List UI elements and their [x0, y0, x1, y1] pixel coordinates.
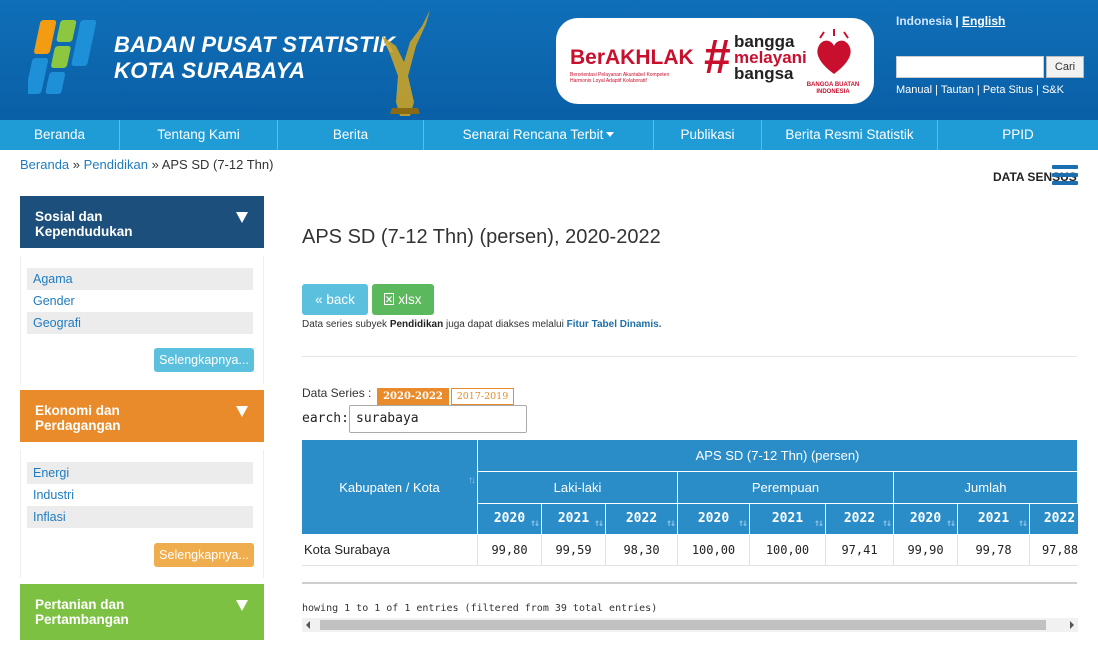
group-header-laki-laki: Laki-laki	[478, 472, 678, 504]
series-tab-2020-2022[interactable]: 2020-2022	[377, 388, 449, 405]
bangga-melayani-bangsa: bangga melayani bangsa	[734, 32, 807, 83]
table-cell-value: 99,90	[894, 535, 958, 565]
year-header[interactable]: 2020 ↑↓	[894, 504, 958, 535]
header-search-input[interactable]	[896, 56, 1044, 78]
nav-item-beranda[interactable]: Beranda	[0, 120, 120, 150]
hashtag-icon: #	[704, 31, 731, 84]
bps-logo-icon[interactable]	[28, 14, 102, 100]
divider	[302, 356, 1077, 357]
berakhlak-banner: BerAKHLAK Berorientasi Pelayanan Akuntab…	[556, 18, 874, 104]
menu-icon[interactable]	[1052, 165, 1078, 185]
table-search-label: earch:	[302, 411, 349, 426]
site-header: BADAN PUSAT STATISTIK KOTA SURABAYA BerA…	[0, 0, 1098, 120]
lang-indonesia-link[interactable]: Indonesia	[896, 14, 952, 28]
horizontal-scrollbar[interactable]	[302, 618, 1078, 632]
row-divider	[302, 565, 1078, 566]
excel-file-icon	[384, 293, 395, 305]
year-header[interactable]: 2022 ↑↓	[606, 504, 678, 535]
data-table: Kabupaten / Kota ↑↓ APS SD (7-12 Thn) (p…	[302, 440, 1078, 568]
year-header[interactable]: 2021 ↑↓	[542, 504, 606, 535]
year-header[interactable]: 2020 ↑↓	[678, 504, 750, 535]
table-cell-value: 100,00	[750, 535, 826, 565]
sidebar-item-inflasi[interactable]: Inflasi	[27, 506, 253, 528]
table-cell-value: 100,00	[678, 535, 750, 565]
table-cell-value: 98,30	[606, 535, 678, 565]
sidebar-section-ekonomi[interactable]: Ekonomi dan Perdagangan	[20, 390, 264, 442]
column-header-region[interactable]: Kabupaten / Kota ↑↓	[302, 440, 478, 535]
series-tab-2017-2019[interactable]: 2017-2019	[451, 388, 514, 405]
scroll-left-icon[interactable]	[306, 621, 310, 629]
table-cell-region: Kota Surabaya	[302, 535, 478, 565]
selengkapnya-button-sosial[interactable]: Selengkapnya...	[154, 348, 254, 372]
xlsx-download-button[interactable]: xlsx	[372, 284, 434, 315]
triangle-down-icon	[236, 406, 248, 417]
year-header[interactable]: 2020 ↑↓	[478, 504, 542, 535]
berakhlak-subtext: Berorientasi Pelayanan Akuntabel Kompete…	[570, 72, 670, 84]
column-header-aps: APS SD (7-12 Thn) (persen)	[478, 440, 1078, 472]
language-switcher: Indonesia | English	[896, 14, 1006, 28]
bangga-buatan-indonesia-icon	[817, 29, 851, 74]
table-cell-value: 99,80	[478, 535, 542, 565]
breadcrumb-category[interactable]: Pendidikan	[84, 157, 148, 172]
year-header[interactable]: 2021 ↑↓	[750, 504, 826, 535]
lang-english-link[interactable]: English	[962, 14, 1005, 28]
berakhlak-text: BerAKHLAK	[570, 46, 694, 69]
table-search-input[interactable]: surabaya	[349, 405, 527, 433]
sidebar-section-pertanian[interactable]: Pertanian dan Pertambangan	[20, 584, 264, 640]
year-header[interactable]: 2022 ↑↓	[826, 504, 894, 535]
table-cell-value: 97,41	[826, 535, 894, 565]
bangga-buatan-text: BANGGA BUATAN INDONESIA	[806, 82, 860, 95]
breadcrumb-current: APS SD (7-12 Thn)	[161, 157, 274, 172]
table-info: howing 1 to 1 of 1 entries (filtered fro…	[302, 603, 658, 614]
nav-item-berita[interactable]: Berita	[278, 120, 424, 150]
sidebar-item-energi[interactable]: Energi	[27, 462, 253, 484]
nav-item-tentang-kami[interactable]: Tentang Kami	[120, 120, 278, 150]
sidebar-item-industri[interactable]: Industri	[27, 484, 253, 506]
sidebar-section-sosial[interactable]: Sosial dan Kependudukan	[20, 196, 264, 248]
nav-item-berita-resmi-statistik[interactable]: Berita Resmi Statistik	[762, 120, 938, 150]
sidebar-item-geografi[interactable]: Geografi	[27, 312, 253, 334]
sort-icon: ↑↓	[468, 475, 476, 486]
fitur-tabel-dinamis-link[interactable]: Fitur Tabel Dinamis.	[567, 319, 662, 330]
brand-line-1: BADAN PUSAT STATISTIK	[114, 32, 396, 57]
year-header[interactable]: 2021 ↑↓	[958, 504, 1030, 535]
group-header-perempuan: Perempuan	[678, 472, 894, 504]
sidebar-item-agama[interactable]: Agama	[27, 268, 253, 290]
caret-down-icon	[606, 132, 615, 137]
data-series-note: Data series subyek Pendidikan juga dapat…	[302, 319, 662, 330]
table-cell-value: 97,88	[1041, 543, 1078, 557]
group-header-jumlah: Jumlah	[894, 472, 1078, 504]
brand-title[interactable]: BADAN PUSAT STATISTIK KOTA SURABAYA	[114, 32, 395, 84]
table-cell-value: 99,59	[542, 535, 606, 565]
main-navbar: Beranda Tentang Kami Berita Senarai Renc…	[0, 120, 1098, 150]
header-utility-links[interactable]: Manual | Tautan | Peta Situs | S&K	[896, 84, 1064, 96]
selengkapnya-button-ekonomi[interactable]: Selengkapnya...	[154, 543, 254, 567]
sidebar-item-gender[interactable]: Gender	[27, 290, 253, 312]
data-series-label: Data Series :	[302, 386, 372, 400]
nav-item-ppid[interactable]: PPID	[938, 120, 1098, 150]
table-bottom-divider	[302, 582, 1077, 584]
breadcrumb: Beranda » Pendidikan » APS SD (7-12 Thn)	[20, 157, 274, 172]
triangle-down-icon	[236, 212, 248, 223]
page-title: APS SD (7-12 Thn) (persen), 2020-2022	[302, 226, 661, 248]
sura-baya-statue-icon	[382, 10, 430, 116]
back-button[interactable]: « back	[302, 284, 368, 315]
breadcrumb-home[interactable]: Beranda	[20, 157, 69, 172]
nav-item-publikasi[interactable]: Publikasi	[654, 120, 762, 150]
scrollbar-thumb[interactable]	[320, 620, 1046, 630]
table-cell-value: 99,78	[958, 535, 1030, 565]
year-header[interactable]: 2022	[1030, 504, 1078, 535]
nav-item-senarai-rencana-terbit[interactable]: Senarai Rencana Terbit	[424, 120, 654, 150]
scroll-right-icon[interactable]	[1070, 621, 1074, 629]
header-search-button[interactable]: Cari	[1046, 56, 1084, 78]
triangle-down-icon	[236, 600, 248, 611]
brand-line-2: KOTA SURABAYA	[114, 58, 306, 83]
